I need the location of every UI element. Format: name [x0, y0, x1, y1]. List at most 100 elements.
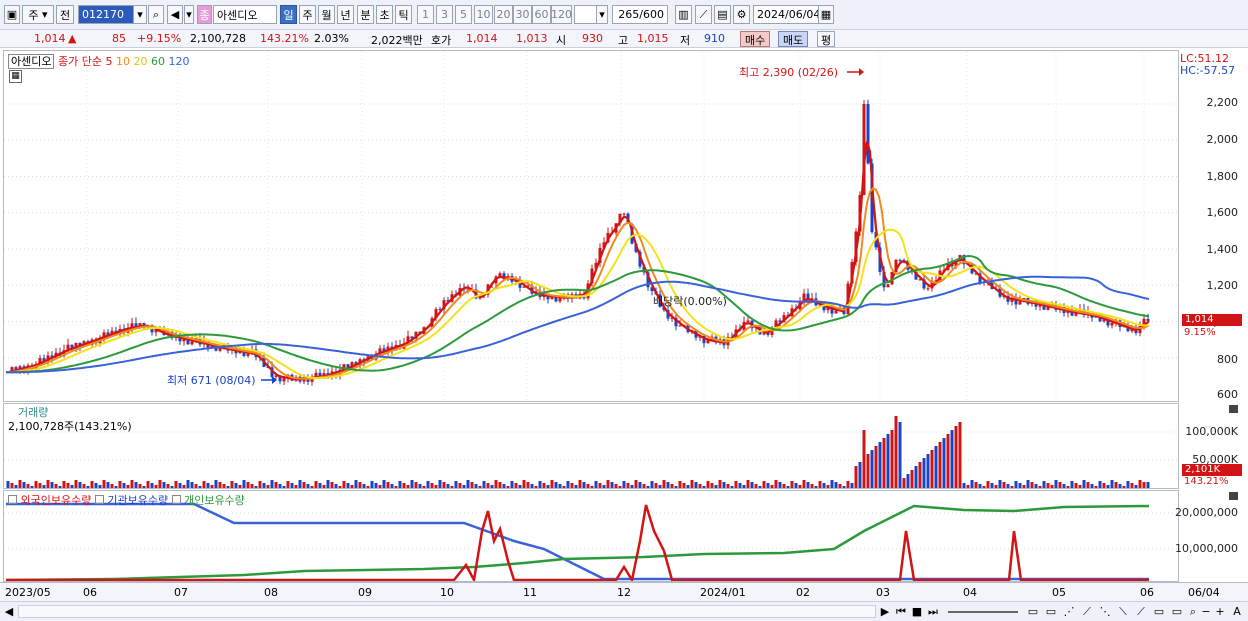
flat-button[interactable]: 평: [817, 31, 836, 47]
window-menu-icon[interactable]: ▣: [4, 5, 20, 24]
period-second-button[interactable]: 초: [376, 5, 393, 24]
sell-button[interactable]: 매도: [778, 31, 809, 47]
volume-bar: [938, 442, 942, 488]
volume-bar: [150, 483, 154, 488]
interval-60-button[interactable]: 60: [532, 5, 551, 24]
period-week-button[interactable]: 주: [299, 5, 316, 24]
stop-icon[interactable]: ■: [910, 604, 924, 619]
volume-bar: [634, 480, 638, 488]
interval-10-button[interactable]: 10: [474, 5, 493, 24]
chart-tool-9-icon[interactable]: ▭: [1170, 604, 1184, 619]
sign-button[interactable]: 전: [56, 5, 74, 24]
volume-bar: [830, 480, 834, 488]
volume-pane[interactable]: 거래량 2,100,728주(143.21%): [3, 403, 1179, 489]
interval-30-button[interactable]: 30: [513, 5, 532, 24]
scroll-left-icon[interactable]: ◀: [2, 604, 16, 619]
holdings-pane-close-icon[interactable]: [1229, 492, 1238, 500]
volume-bar: [322, 485, 326, 488]
custom-interval-dropdown-icon[interactable]: ▾: [596, 5, 608, 24]
code-dropdown-icon[interactable]: ▾: [133, 5, 147, 24]
ytick-2000: 2,000: [1206, 133, 1239, 146]
market-select[interactable]: 주 ▾: [22, 5, 54, 24]
speaker-icon[interactable]: ◀: [167, 5, 183, 24]
calendar-icon[interactable]: ▦: [818, 5, 834, 24]
scroll-track[interactable]: [18, 605, 876, 618]
xtick-12: 12: [617, 586, 631, 599]
period-tick-button[interactable]: 틱: [395, 5, 412, 24]
xtick-2024-01: 2024/01: [700, 586, 746, 599]
chart-tool-5-icon[interactable]: ⋱: [1098, 604, 1112, 619]
chart-tool-2-icon[interactable]: ▭: [1044, 604, 1058, 619]
zoom-slider[interactable]: [948, 611, 1018, 613]
period-year-button[interactable]: 년: [337, 5, 354, 24]
zoom-out-icon[interactable]: −: [1200, 604, 1212, 619]
volume-bar: [758, 486, 762, 488]
data-count-value: 265: [618, 8, 640, 21]
interval-5-button[interactable]: 5: [455, 5, 472, 24]
up-arrow-icon: ▲: [68, 32, 77, 45]
volume-bar: [574, 485, 578, 488]
draw-line-icon[interactable]: ⟋: [695, 5, 712, 24]
scroll-right-icon[interactable]: ▶: [878, 604, 892, 619]
volume-bar: [718, 480, 722, 488]
volume-bar: [742, 485, 746, 488]
volume-bar: [942, 438, 946, 488]
volume-bar: [1110, 480, 1114, 488]
gear-icon[interactable]: ⚙: [733, 5, 750, 24]
date-field[interactable]: 2024/06/04: [753, 5, 820, 24]
volume-bar: [470, 482, 474, 488]
search-icon[interactable]: ⌕: [148, 5, 164, 24]
volume-bar: [482, 481, 486, 488]
volume-bar: [1134, 485, 1138, 488]
volume-bar: [762, 481, 766, 488]
volume-bar: [22, 482, 26, 488]
volume-bar: [1038, 486, 1042, 488]
volume-bar: [1138, 480, 1142, 488]
chart-tool-4-icon[interactable]: ⟋: [1080, 604, 1094, 619]
period-month-button[interactable]: 월: [318, 5, 335, 24]
price-pane[interactable]: 최고 2,390 (02/26) 최저 671 (08/04) 배당락(0.00%)…: [3, 50, 1179, 402]
volume-bar: [34, 481, 38, 488]
data-count-field[interactable]: 265/600: [612, 5, 668, 24]
volume-bar: [26, 484, 30, 488]
period-day-button[interactable]: 일: [280, 5, 297, 24]
font-size-icon[interactable]: A: [1230, 604, 1244, 619]
volume-bar: [910, 470, 914, 488]
volume-bar: [894, 416, 898, 488]
xtick-04: 04: [963, 586, 977, 599]
zoom-search-icon[interactable]: ⌕: [1186, 604, 1200, 619]
buy-button[interactable]: 매수: [740, 31, 771, 47]
chart-tool-6-icon[interactable]: ⟍: [1116, 604, 1130, 619]
zoom-in-icon[interactable]: +: [1214, 604, 1226, 619]
interval-120-button[interactable]: 120: [551, 5, 572, 24]
interval-20-button[interactable]: 20: [494, 5, 513, 24]
volume-bar: [1026, 480, 1030, 488]
save-icon[interactable]: ▤: [714, 5, 731, 24]
period-minute-button[interactable]: 분: [357, 5, 374, 24]
volume-bar: [766, 483, 770, 488]
go-first-icon[interactable]: ⏮: [894, 604, 908, 619]
grid-toggle-icon[interactable]: ▦: [9, 70, 22, 83]
volume-bar: [778, 482, 782, 488]
volume-bar: [650, 481, 654, 488]
chart-tool-1-icon[interactable]: ▭: [1026, 604, 1040, 619]
ask-price-2: 1,013: [516, 32, 548, 45]
volume-bar: [886, 434, 890, 488]
volume-pane-close-icon[interactable]: [1229, 405, 1238, 413]
candle-type-icon[interactable]: ▥: [675, 5, 692, 24]
stock-code-input[interactable]: 012170: [78, 5, 134, 24]
speaker-dropdown-icon[interactable]: ▾: [184, 5, 194, 24]
volume-bar: [286, 481, 290, 488]
volume-bar: [1070, 481, 1074, 488]
chart-tool-7-icon[interactable]: ⟋: [1134, 604, 1148, 619]
interval-3-button[interactable]: 3: [436, 5, 453, 24]
chart-tool-3-icon[interactable]: ⋰: [1062, 604, 1076, 619]
interval-1-button[interactable]: 1: [417, 5, 434, 24]
volume-bar: [394, 486, 398, 488]
stock-name-field[interactable]: 아센디오: [213, 5, 277, 24]
chart-tool-8-icon[interactable]: ▭: [1152, 604, 1166, 619]
volume-bar: [622, 481, 626, 488]
go-last-icon[interactable]: ⏭: [926, 604, 940, 619]
volume-bar: [178, 483, 182, 488]
holdings-pane[interactable]: 외국인보유수량 기관보유수량 개인보유수량: [3, 490, 1179, 582]
